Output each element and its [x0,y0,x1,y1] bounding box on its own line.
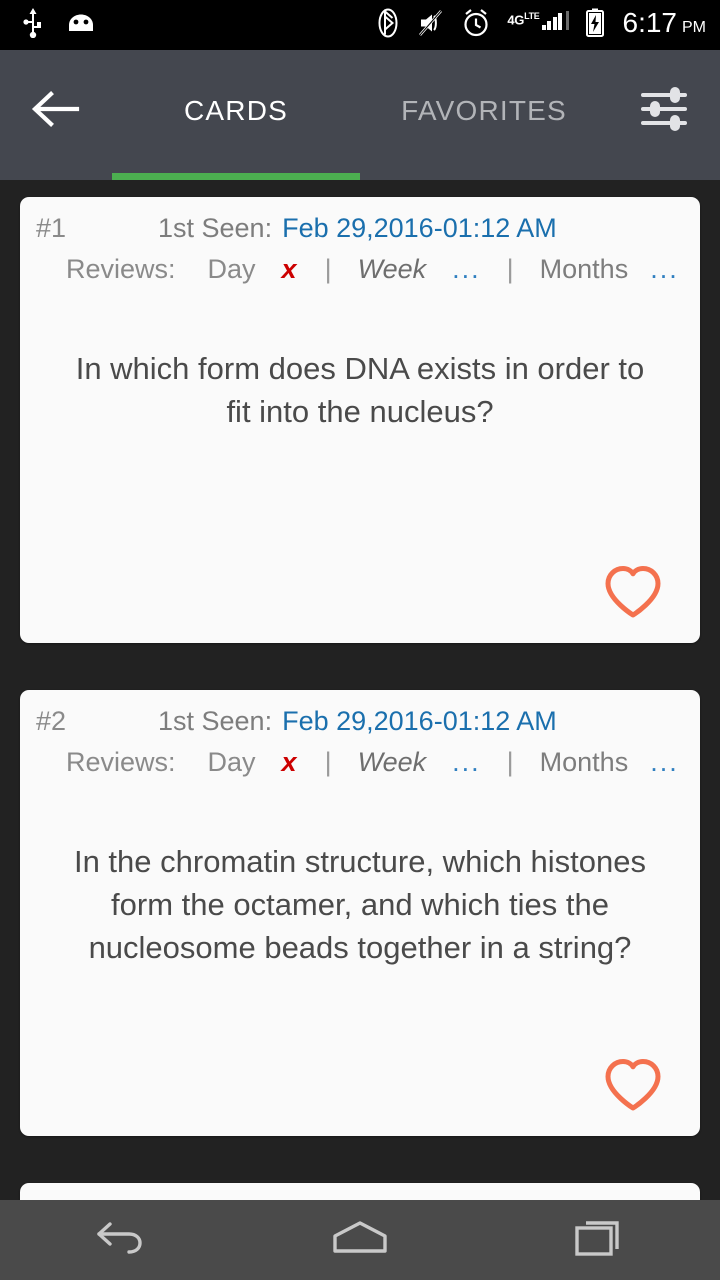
card-list[interactable]: #1 1st Seen: Feb 29,2016-01:12 AM Review… [0,180,720,1280]
heart-outline-icon [604,566,662,625]
reviews-separator-2: | [506,254,514,284]
first-seen-value[interactable]: Feb 29,2016-01:12 AM [282,213,557,244]
app-toolbar: CARDS FAVORITES [0,50,720,180]
back-arrow-icon [31,90,81,133]
nav-recents-button[interactable] [480,1200,720,1280]
first-seen-label: 1st Seen: [158,213,273,243]
first-seen-label: 1st Seen: [158,706,273,736]
reviews-day-label: Day [207,747,256,777]
clock-time: 6:17 [622,6,678,38]
reviews-day-label: Day [207,254,256,284]
reviews-week-label: Week [357,747,427,777]
reviews-separator-1: | [324,254,332,284]
reviews-months-label: Months [539,254,629,284]
reviews-label: Reviews: [66,747,176,777]
android-debug-icon [66,12,96,39]
tab-cards[interactable]: CARDS [112,50,360,172]
clock-ampm: PM [682,18,706,36]
bluetooth-icon [375,8,401,43]
signal-icon: 4GLTE [507,11,569,39]
reviews-label: Reviews: [66,254,176,284]
nav-back-button[interactable] [0,1200,240,1280]
card-index: #2 [36,706,67,736]
card-reviews-row: Reviews: Day x | Week ... | Months ... [20,737,700,778]
network-sup-label: LTE [524,11,540,21]
card-item[interactable]: #2 1st Seen: Feb 29,2016-01:12 AM Review… [20,690,700,1136]
card-question-text: In which form does DNA exists in order t… [75,351,645,429]
network-type-label: 4G [507,12,525,28]
card-index: #1 [36,213,67,243]
card-meta-primary: #1 1st Seen: Feb 29,2016-01:12 AM [20,213,700,244]
nav-back-icon [91,1217,149,1264]
status-bar: 4GLTE 6:17 PM [0,0,720,50]
reviews-week-value[interactable]: ... [452,254,481,285]
settings-button[interactable] [608,50,720,172]
status-bar-left-icons [22,7,96,43]
nav-home-icon [329,1217,391,1264]
status-bar-right-icons: 4GLTE 6:17 PM [375,8,706,43]
card-meta-primary: #2 1st Seen: Feb 29,2016-01:12 AM [20,706,700,737]
reviews-week-label: Week [357,254,427,284]
alarm-icon [461,8,491,43]
reviews-separator-1: | [324,747,332,777]
favorite-button[interactable] [604,1056,662,1114]
system-navigation-bar [0,1200,720,1280]
favorite-button[interactable] [604,563,662,621]
active-tab-indicator [112,173,360,180]
nav-home-button[interactable] [240,1200,480,1280]
card-item[interactable]: #1 1st Seen: Feb 29,2016-01:12 AM Review… [20,197,700,643]
tab-bar: CARDS FAVORITES [112,50,608,172]
tab-favorites[interactable]: FAVORITES [360,50,608,172]
reviews-months-value[interactable]: ... [650,747,679,778]
card-reviews-row: Reviews: Day x | Week ... | Months ... [20,244,700,285]
nav-recents-icon [572,1215,628,1266]
reviews-week-value[interactable]: ... [452,747,481,778]
reviews-separator-2: | [506,747,514,777]
first-seen-value[interactable]: Feb 29,2016-01:12 AM [282,706,557,737]
usb-icon [22,7,44,43]
status-bar-clock: 6:17 PM [622,6,707,42]
card-question-text: In the chromatin structure, which histon… [73,844,647,965]
reviews-day-value[interactable]: x [282,254,297,285]
volume-muted-icon [417,9,445,42]
back-button[interactable] [0,50,112,172]
reviews-day-value[interactable]: x [282,747,297,778]
battery-charging-icon [585,8,605,43]
phone-screen: 4GLTE 6:17 PM CARDS FAVORITES #1 1st See… [0,0,720,1280]
settings-sliders-icon [637,82,691,141]
reviews-months-value[interactable]: ... [650,254,679,285]
heart-outline-icon [604,1059,662,1118]
reviews-months-label: Months [539,747,629,777]
